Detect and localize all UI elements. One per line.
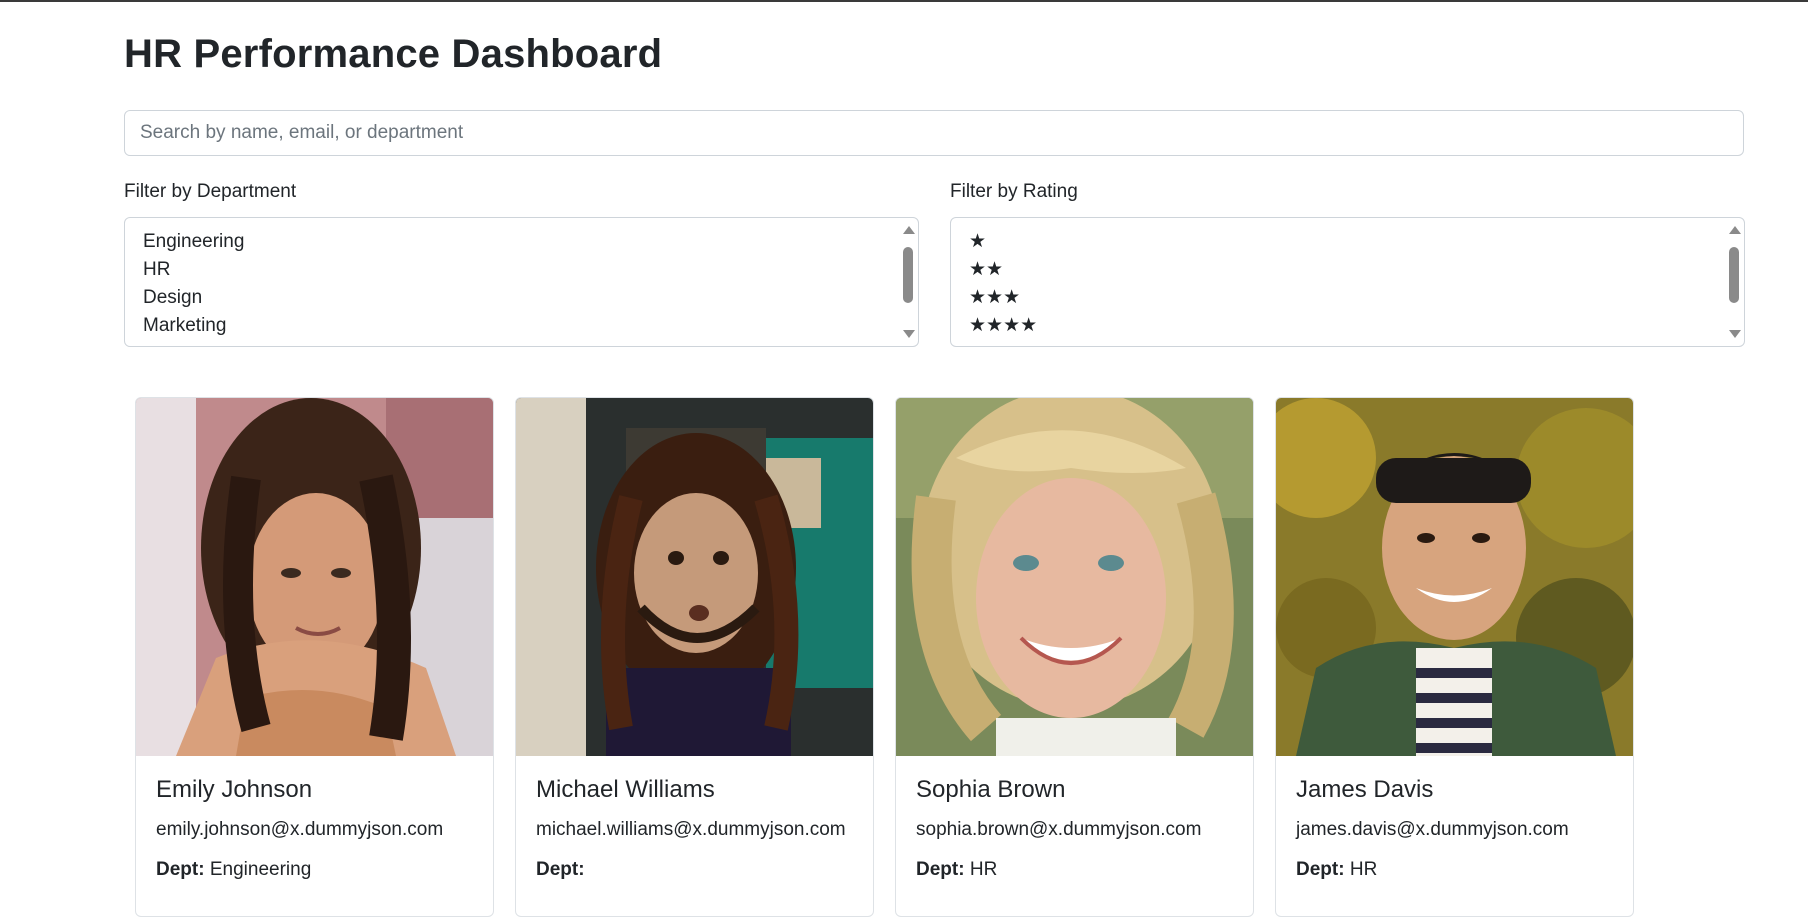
employee-department: Dept: Engineering bbox=[156, 857, 478, 883]
employee-department: Dept: HR bbox=[1296, 857, 1618, 883]
rating-option[interactable]: ★★★★ bbox=[969, 312, 1037, 340]
rating-option[interactable]: ★ bbox=[969, 228, 986, 256]
scroll-down-arrow-icon[interactable] bbox=[903, 330, 915, 338]
employee-email: emily.johnson@x.dummyjson.com bbox=[156, 819, 444, 840]
employee-card[interactable]: James Davis james.davis@x.dummyjson.com … bbox=[1275, 397, 1634, 917]
employee-department: Dept: bbox=[536, 857, 858, 883]
scroll-down-arrow-icon[interactable] bbox=[1729, 330, 1741, 338]
employee-department: Dept: HR bbox=[916, 857, 1238, 883]
employee-email: sophia.brown@x.dummyjson.com bbox=[916, 819, 1202, 840]
employee-name: Sophia Brown bbox=[916, 776, 1066, 803]
department-scrollbar[interactable] bbox=[900, 224, 916, 340]
employee-photo bbox=[136, 398, 493, 756]
scroll-up-arrow-icon[interactable] bbox=[903, 226, 915, 234]
department-option[interactable]: Marketing bbox=[143, 312, 226, 340]
search-input[interactable] bbox=[124, 110, 1744, 156]
scroll-thumb[interactable] bbox=[1729, 247, 1739, 303]
employee-photo bbox=[1276, 398, 1633, 756]
scroll-up-arrow-icon[interactable] bbox=[1729, 226, 1741, 234]
employee-name: Emily Johnson bbox=[156, 776, 313, 803]
rating-option[interactable]: ★★★ bbox=[969, 284, 1020, 312]
department-value: Engineering bbox=[209, 859, 312, 880]
rating-option[interactable]: ★★ bbox=[969, 256, 1003, 284]
scroll-thumb[interactable] bbox=[903, 247, 913, 303]
top-border bbox=[0, 0, 1808, 2]
employee-photo bbox=[516, 398, 873, 756]
employee-name: Michael Williams bbox=[536, 776, 715, 803]
department-label: Dept: bbox=[916, 859, 965, 880]
employee-name: James Davis bbox=[1296, 776, 1434, 803]
rating-filter-label: Filter by Rating bbox=[950, 181, 1078, 202]
department-value: HR bbox=[1349, 859, 1378, 880]
rating-filter-select[interactable]: ★ ★★ ★★★ ★★★★ bbox=[950, 217, 1745, 347]
department-option[interactable]: Engineering bbox=[143, 228, 244, 256]
employee-photo bbox=[896, 398, 1253, 756]
department-value: HR bbox=[969, 859, 998, 880]
employee-card[interactable]: Sophia Brown sophia.brown@x.dummyjson.co… bbox=[895, 397, 1254, 917]
rating-scrollbar[interactable] bbox=[1726, 224, 1742, 340]
department-label: Dept: bbox=[156, 859, 205, 880]
employee-card[interactable]: Michael Williams michael.williams@x.dumm… bbox=[515, 397, 874, 917]
department-label: Dept: bbox=[1296, 859, 1345, 880]
department-filter-label: Filter by Department bbox=[124, 181, 297, 202]
employee-email: james.davis@x.dummyjson.com bbox=[1296, 819, 1569, 840]
department-filter-select[interactable]: Engineering HR Design Marketing bbox=[124, 217, 919, 347]
department-option[interactable]: Design bbox=[143, 284, 202, 312]
employee-card-grid: Emily Johnson emily.johnson@x.dummyjson.… bbox=[135, 397, 1635, 917]
page-title: HR Performance Dashboard bbox=[124, 32, 663, 76]
department-label: Dept: bbox=[536, 859, 585, 880]
employee-email: michael.williams@x.dummyjson.com bbox=[536, 819, 846, 840]
department-option[interactable]: HR bbox=[143, 256, 170, 284]
employee-card[interactable]: Emily Johnson emily.johnson@x.dummyjson.… bbox=[135, 397, 494, 917]
